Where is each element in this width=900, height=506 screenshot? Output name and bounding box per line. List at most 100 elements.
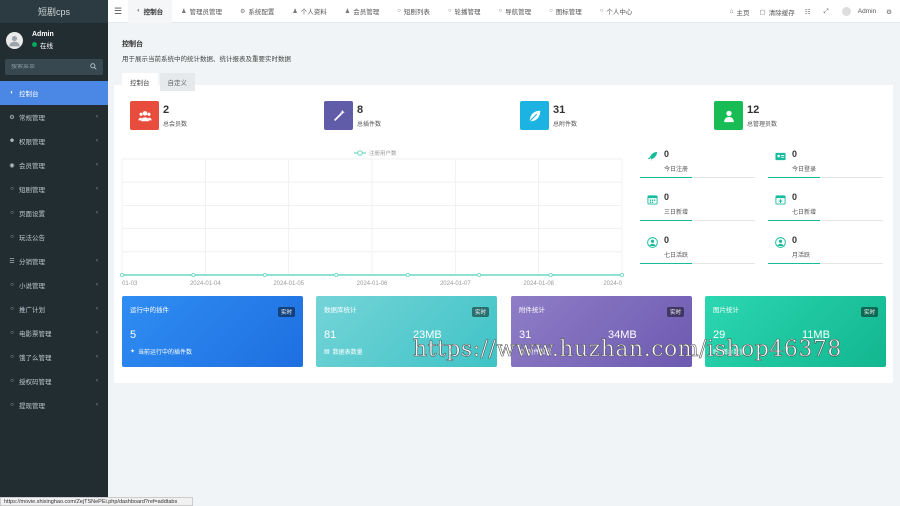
card-footer-label: 数据表数量 xyxy=(332,350,363,356)
calendar-plus-icon xyxy=(774,193,786,205)
stat-attachments: 31 总附件数 xyxy=(520,101,577,130)
daily-monthly-active: 0 月活跃 xyxy=(768,232,883,274)
stat-label: 总管理员数 xyxy=(747,121,778,128)
sidebar-item-2[interactable]: ☻ 权限管理 ‹ xyxy=(0,129,108,153)
data-point xyxy=(334,273,339,278)
top-tab-label: 管理员管理 xyxy=(189,9,223,16)
list-icon: ☰ xyxy=(9,258,15,265)
top-tab-9[interactable]: ○ 个人中心 xyxy=(591,0,642,23)
sidebar-item-7[interactable]: ☰ 分销管理 ‹ xyxy=(0,249,108,273)
daily-value: 0 xyxy=(664,235,670,245)
user-icon: ♟ xyxy=(292,8,298,15)
panel-title: 控制台 xyxy=(122,41,143,48)
x-tick-label: 2024-01-06 xyxy=(357,281,388,287)
divider-accent xyxy=(640,220,692,221)
realtime-badge: 实时 xyxy=(277,307,295,317)
daily-seven-day-new: 0 七日新增 xyxy=(768,189,883,231)
sidebar-item-1[interactable]: ⚙ 常规管理 ‹ xyxy=(0,105,108,129)
daily-label: 今日登录 xyxy=(792,167,817,173)
sidebar-item-0[interactable]: ◐ 控制台 xyxy=(0,81,108,105)
circle-icon: ○ xyxy=(10,210,14,216)
topbar-right: ⌂ 主页 ▢ 清除缓存 ☷ ⤢ Admin ⚙ xyxy=(725,0,900,23)
chevron-left-icon: ‹ xyxy=(96,258,98,264)
trash-icon: ▢ xyxy=(759,8,766,16)
top-tabs: ◐ 控制台 ♟ 管理员管理 ⚙ 系统配置 ♟ 个人资料 ♟ 会员管理 ○ 短剧列表 ○ 轮播管理 ○ 导航管理… xyxy=(128,0,641,23)
tab-dashboard[interactable]: 控制台 xyxy=(122,73,158,91)
daily-label: 月活跃 xyxy=(792,253,811,259)
top-tab-2[interactable]: ⚙ 系统配置 xyxy=(231,0,283,23)
top-tab-5[interactable]: ○ 短剧列表 xyxy=(388,0,439,23)
settings-button[interactable]: ⚙ xyxy=(881,8,900,16)
top-tab-1[interactable]: ♟ 管理员管理 xyxy=(172,0,231,23)
translate-icon: ☷ xyxy=(804,8,811,16)
daily-value: 0 xyxy=(664,192,670,202)
top-tab-label: 个人资料 xyxy=(300,9,327,16)
clear-cache-button[interactable]: ▢ 清除缓存 xyxy=(755,7,800,17)
sidebar-item-12[interactable]: ○ 授权码管理 ‹ xyxy=(0,369,108,393)
search-icon[interactable] xyxy=(90,62,97,72)
top-tab-label: 控制台 xyxy=(143,9,164,16)
top-tab-7[interactable]: ○ 导航管理 xyxy=(489,0,540,23)
circle-icon: ○ xyxy=(10,186,14,192)
sidebar-item-label: 常规管理 xyxy=(19,115,45,122)
clear-cache-label: 清除缓存 xyxy=(768,9,795,17)
tab-custom[interactable]: 自定义 xyxy=(159,73,195,91)
daily-today-login: 0 今日登录 xyxy=(768,146,883,188)
admin-menu[interactable]: Admin xyxy=(837,7,881,16)
top-tab-4[interactable]: ♟ 会员管理 xyxy=(336,0,388,23)
dashboard-panel: 控制台 用于展示当前系统中的统计数据、统计报表及重要实时数据 控制台 自定义 2… xyxy=(114,29,893,383)
sidebar-item-11[interactable]: ○ 饿了么管理 ‹ xyxy=(0,345,108,369)
sidebar-item-label: 玩法公告 xyxy=(19,235,45,242)
chevron-left-icon: ‹ xyxy=(96,282,98,288)
chevron-left-icon: ‹ xyxy=(96,138,98,144)
sidebar-item-10[interactable]: ○ 电影票管理 ‹ xyxy=(0,321,108,345)
admin-avatar xyxy=(841,7,851,16)
data-point xyxy=(262,273,267,278)
sidebar-item-label: 会员管理 xyxy=(19,163,45,170)
top-tab-3[interactable]: ♟ 个人资料 xyxy=(283,0,335,23)
x-tick-label: 2024-0 xyxy=(603,281,622,287)
chevron-left-icon: ‹ xyxy=(96,378,98,384)
rocket-icon xyxy=(646,150,658,162)
fullscreen-button[interactable]: ⤢ xyxy=(819,8,837,16)
top-tab-8[interactable]: ○ 图标管理 xyxy=(540,0,591,23)
panel-description: 用于展示当前系统中的统计数据、统计报表及重要实时数据 xyxy=(122,56,291,63)
admin-label: Admin xyxy=(857,8,877,15)
sidebar-item-13[interactable]: ○ 提现管理 ‹ xyxy=(0,393,108,417)
divider-accent xyxy=(640,177,692,178)
chevron-left-icon: ‹ xyxy=(96,114,98,120)
top-tab-label: 短剧列表 xyxy=(403,9,430,16)
calendar-icon xyxy=(646,193,658,205)
sidebar-item-6[interactable]: ○ 玩法公告 xyxy=(0,225,108,249)
menu-toggle-icon[interactable]: ☰ xyxy=(108,6,128,17)
search-input[interactable] xyxy=(11,64,81,70)
daily-today-register: 0 今日注册 xyxy=(640,146,755,188)
chevron-left-icon: ‹ xyxy=(96,306,98,312)
daily-label: 今日注册 xyxy=(664,167,689,173)
top-tab-label: 会员管理 xyxy=(353,9,380,16)
registrations-chart: 01-03 2024-01-04 2024-01-05 2024-01-06 2024-… xyxy=(119,149,630,289)
circle-icon: ○ xyxy=(447,8,452,14)
user-icon xyxy=(714,101,743,130)
database-icon: ▤ xyxy=(324,349,330,355)
data-point xyxy=(191,273,196,278)
top-tab-0[interactable]: ◐ 控制台 xyxy=(128,0,173,23)
user-icon: ♟ xyxy=(181,8,187,15)
x-tick-label: 2024-01-05 xyxy=(273,281,304,287)
online-dot-icon xyxy=(32,42,37,47)
app-logo[interactable]: 短剧cps xyxy=(0,0,108,23)
home-link[interactable]: ⌂ 主页 xyxy=(725,7,755,17)
sidebar-item-9[interactable]: ○ 推广计划 ‹ xyxy=(0,297,108,321)
chevron-left-icon: ‹ xyxy=(96,162,98,168)
sidebar-item-label: 授权码管理 xyxy=(19,379,52,386)
user-panel: Admin 在线 xyxy=(0,23,108,57)
top-tab-6[interactable]: ○ 轮播管理 xyxy=(439,0,490,23)
sidebar-item-4[interactable]: ○ 短剧管理 ‹ xyxy=(0,177,108,201)
translate-button[interactable]: ☷ xyxy=(800,8,819,16)
home-label: 主页 xyxy=(736,9,750,17)
sidebar-item-label: 分销管理 xyxy=(19,259,45,266)
sidebar-item-5[interactable]: ○ 页面设置 ‹ xyxy=(0,201,108,225)
id-card-icon xyxy=(774,150,786,162)
sidebar-item-8[interactable]: ○ 小说管理 ‹ xyxy=(0,273,108,297)
sidebar-item-3[interactable]: ◉ 会员管理 ‹ xyxy=(0,153,108,177)
